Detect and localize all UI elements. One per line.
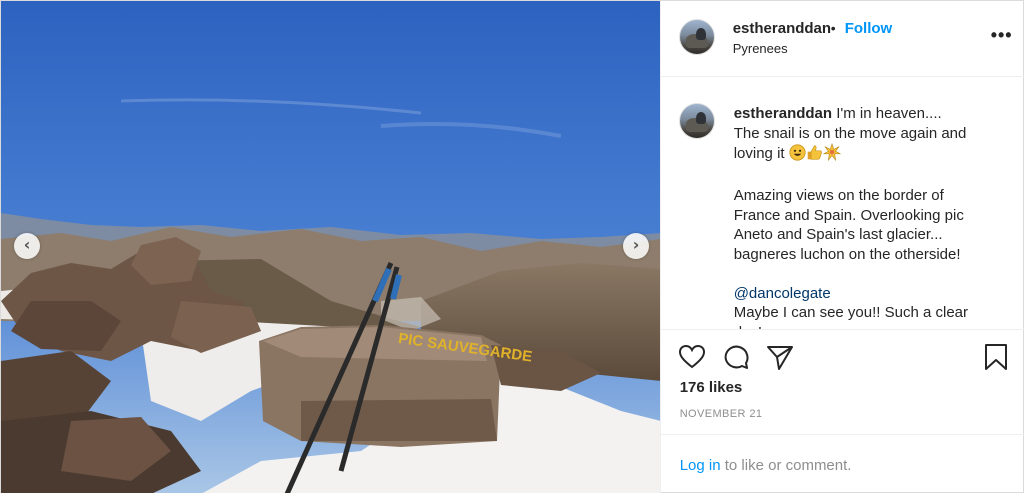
follow-button[interactable]: Follow <box>845 20 893 37</box>
caption-spacer-2 <box>734 264 994 284</box>
instagram-post: PIC SAUVEGARDE ‹ › estheranddan • Follow… <box>0 0 1024 493</box>
paper-plane-icon <box>766 346 793 370</box>
save-button[interactable] <box>981 342 1011 372</box>
login-link[interactable]: Log in <box>680 457 721 474</box>
bookmark-icon <box>984 344 1007 370</box>
sparkle-burst-icon <box>822 142 841 167</box>
mention-link[interactable]: @dancolegate <box>734 285 831 302</box>
caption-avatar[interactable] <box>678 103 715 139</box>
post-photo[interactable]: PIC SAUVEGARDE ‹ › <box>1 1 660 493</box>
grinning-face-icon <box>789 144 806 167</box>
more-options-icon[interactable]: ••• <box>991 25 1013 46</box>
avatar[interactable] <box>678 19 715 55</box>
likes-count[interactable]: 176 likes <box>680 379 743 396</box>
comment-button[interactable] <box>721 342 751 372</box>
caption-line-1: I'm in heaven.... <box>836 105 942 122</box>
share-button[interactable] <box>765 342 795 372</box>
caption-line-2: The snail is on the move again and lovin… <box>733 124 967 163</box>
separator-dot: • <box>830 20 836 36</box>
location-link[interactable]: Pyrenees <box>733 41 788 56</box>
post-header: estheranddan • Follow Pyrenees ••• <box>660 1 1024 77</box>
login-prompt-text: Log in to like or comment. <box>680 457 852 474</box>
caption-username[interactable]: estheranddan <box>734 105 832 122</box>
heart-icon <box>678 344 705 369</box>
carousel-next-button[interactable]: › <box>623 233 649 259</box>
caption-last-line: Maybe I can see you!! Such a clear day! <box>733 304 968 329</box>
comments-section: estheranddan I'm in heaven.... The snail… <box>661 78 1024 329</box>
post-caption: estheranddan I'm in heaven.... The snail… <box>734 104 994 329</box>
comment-bubble-icon <box>724 345 749 369</box>
actions-section: 176 likes NOVEMBER 21 Log in to like or … <box>660 329 1024 493</box>
caption-paragraph-2: Amazing views on the border of France an… <box>733 187 964 263</box>
carousel-prev-button[interactable]: ‹ <box>14 233 40 259</box>
login-prompt-rest: to like or comment. <box>720 457 852 474</box>
login-prompt: Log in to like or comment. <box>660 434 1024 493</box>
chevron-right-icon: › <box>632 235 640 254</box>
author-username[interactable]: estheranddan <box>733 20 831 37</box>
chevron-left-icon: ‹ <box>23 235 31 254</box>
post-date[interactable]: NOVEMBER 21 <box>680 408 763 420</box>
mountain-summit-photo: PIC SAUVEGARDE <box>1 1 660 493</box>
post-side-panel: estheranddan • Follow Pyrenees ••• esthe… <box>659 1 1024 493</box>
thumbs-up-icon <box>806 144 823 167</box>
like-button[interactable] <box>677 342 707 372</box>
